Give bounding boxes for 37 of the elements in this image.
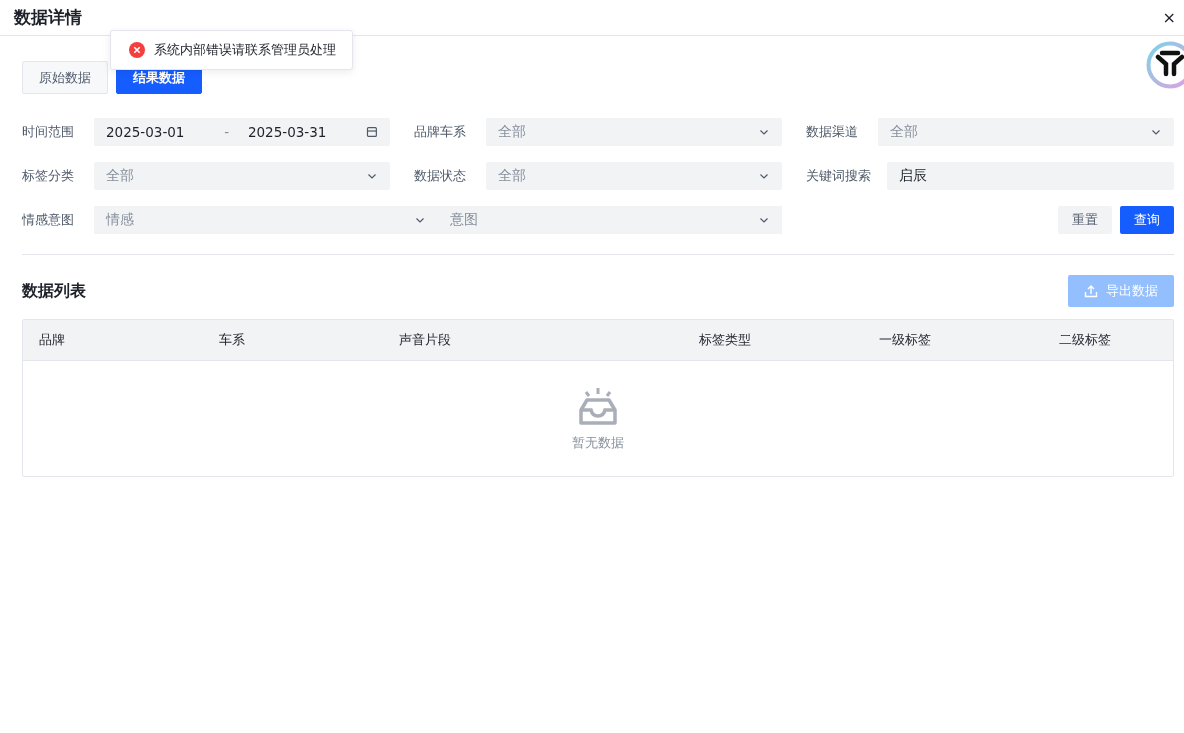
calendar-icon bbox=[366, 126, 378, 138]
upload-icon bbox=[1084, 284, 1098, 298]
column-header: 声音片段 bbox=[398, 331, 452, 349]
select-field[interactable]: 意图 bbox=[438, 206, 782, 234]
field-label: 情感意图 bbox=[22, 211, 75, 229]
field-label: 数据渠道 bbox=[806, 123, 859, 141]
field-label: 品牌车系 bbox=[414, 123, 467, 141]
field-label: 时间范围 bbox=[22, 123, 75, 141]
column-header: 车系 bbox=[218, 331, 246, 349]
column-header: 二级标签 bbox=[1058, 331, 1112, 349]
dialog-title: 数据详情 bbox=[14, 6, 82, 29]
logo-icon bbox=[1146, 41, 1184, 89]
end-date: 2025-03-31 bbox=[247, 124, 328, 140]
tab[interactable]: 原始数据 bbox=[22, 61, 108, 94]
keyword-input[interactable]: 启辰 bbox=[887, 162, 1174, 190]
close-button[interactable]: × bbox=[1160, 8, 1178, 27]
column-header: 一级标签 bbox=[878, 331, 932, 349]
field-label: 关键词搜索 bbox=[806, 167, 872, 185]
date-range-field[interactable]: 2025-03-01 - 2025-03-31 bbox=[94, 118, 390, 146]
column-header: 标签类型 bbox=[698, 331, 752, 349]
empty-message: 暂无数据 bbox=[572, 433, 624, 452]
empty-inbox-icon bbox=[577, 385, 619, 426]
start-date: 2025-03-01 bbox=[106, 124, 186, 140]
query-button[interactable]: 查询 bbox=[1120, 206, 1174, 234]
select-field[interactable]: 情感 bbox=[94, 206, 438, 234]
column-header: 品牌 bbox=[38, 331, 66, 349]
reset-button[interactable]: 重置 bbox=[1058, 206, 1112, 234]
toast-message: 系统内部错误请联系管理员处理 bbox=[154, 41, 336, 59]
error-icon bbox=[129, 42, 145, 58]
select-field[interactable]: 全部 bbox=[94, 162, 390, 190]
select-field[interactable]: 全部 bbox=[878, 118, 1174, 146]
select-field[interactable]: 全部 bbox=[486, 118, 782, 146]
field-label: 标签分类 bbox=[22, 167, 75, 185]
field-label: 数据状态 bbox=[414, 167, 467, 185]
select-field[interactable]: 全部 bbox=[486, 162, 782, 190]
section-title: 数据列表 bbox=[22, 280, 86, 302]
date-separator: - bbox=[224, 124, 231, 140]
